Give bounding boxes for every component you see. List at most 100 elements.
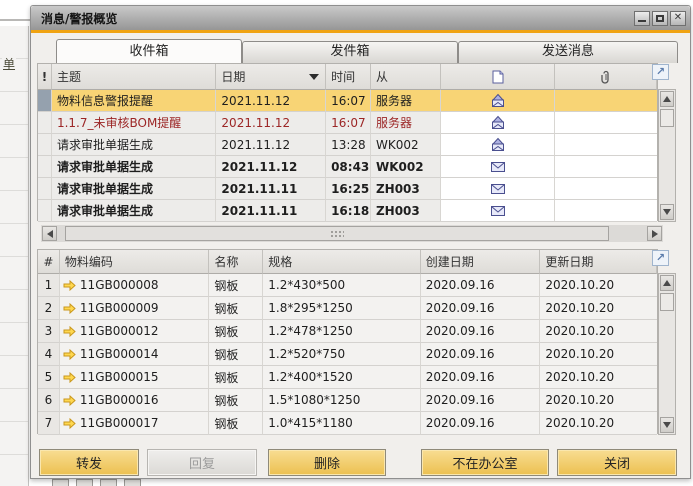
row-number: 1 (38, 274, 60, 297)
minimize-button[interactable] (634, 11, 650, 26)
tab-inbox[interactable]: 收件箱 (56, 39, 242, 63)
inbox-expand-icon[interactable]: ↗ (652, 64, 669, 80)
inbox-vertical-scrollbar[interactable] (658, 89, 676, 222)
link-arrow-icon[interactable] (63, 418, 76, 429)
inbox-header-row: ! 主题 日期 时间 从 (38, 64, 657, 90)
message-date: 2021.11.12 (216, 156, 326, 178)
materials-vertical-scrollbar[interactable] (658, 273, 676, 435)
material-code: 11GB000015 (80, 370, 159, 384)
row-selector[interactable] (38, 200, 52, 222)
message-from: WK002 (371, 134, 441, 156)
material-updated-date: 2020.10.20 (540, 412, 657, 435)
open-mail-icon (490, 137, 506, 152)
scroll-up-button[interactable] (660, 275, 674, 291)
scroll-left-button[interactable] (42, 226, 57, 241)
material-name: 钢板 (209, 412, 263, 435)
message-date: 2021.11.11 (216, 178, 326, 200)
maximize-button[interactable] (652, 11, 668, 26)
message-status-cell[interactable] (441, 156, 556, 178)
updated-date-column-header[interactable]: 更新日期 (540, 250, 657, 274)
message-attachment-cell (555, 156, 657, 178)
inbox-table: ! 主题 日期 时间 从 物料信息警报提醒 2021.11.12 16:07 服… (37, 63, 658, 221)
message-status-cell[interactable] (441, 112, 556, 134)
material-row[interactable]: 4 11GB000014 钢板 1.2*520*750 2020.09.16 2… (38, 343, 657, 366)
materials-expand-icon[interactable]: ↗ (652, 250, 669, 266)
row-number: 2 (38, 297, 60, 320)
scrollbar-thumb[interactable] (660, 293, 674, 311)
spec-column-header[interactable]: 规格 (263, 250, 420, 274)
message-status-cell[interactable] (441, 200, 556, 222)
material-name: 钢板 (209, 320, 263, 343)
row-selector[interactable] (38, 112, 52, 134)
material-updated-date: 2020.10.20 (540, 297, 657, 320)
attachment-column-header[interactable] (555, 64, 657, 90)
created-date-column-header[interactable]: 创建日期 (421, 250, 541, 274)
tab-send-message[interactable]: 发送消息 (458, 41, 678, 63)
link-arrow-icon[interactable] (63, 303, 76, 314)
row-selector[interactable] (38, 156, 52, 178)
material-spec: 1.2*430*500 (263, 274, 420, 297)
message-from: ZH003 (371, 200, 441, 222)
message-time: 13:28 (326, 134, 371, 156)
row-number: 4 (38, 343, 60, 366)
row-selector[interactable] (38, 134, 52, 156)
close-icon: ✕ (674, 13, 682, 23)
link-arrow-icon[interactable] (63, 349, 76, 360)
close-window-button[interactable]: ✕ (670, 11, 686, 26)
link-arrow-icon[interactable] (63, 372, 76, 383)
inbox-horizontal-scrollbar[interactable] (41, 225, 663, 242)
row-selector[interactable] (38, 90, 52, 112)
message-attachment-cell (555, 200, 657, 222)
scrollbar-thumb[interactable] (65, 226, 609, 241)
material-created-date: 2020.09.16 (421, 366, 541, 389)
inbox-row[interactable]: 1.1.7_未审核BOM提醒 2021.11.12 16:07 服务器 (38, 112, 657, 134)
arrow-left-icon (47, 230, 53, 238)
tab-outbox[interactable]: 发件箱 (242, 41, 458, 63)
inbox-row[interactable]: 请求审批单据生成 2021.11.12 13:28 WK002 (38, 134, 657, 156)
name-column-header[interactable]: 名称 (209, 250, 263, 274)
priority-column-header[interactable]: ! (38, 64, 52, 90)
material-row[interactable]: 1 11GB000008 钢板 1.2*430*500 2020.09.16 2… (38, 274, 657, 297)
date-column-header[interactable]: 日期 (216, 64, 326, 90)
message-date: 2021.11.12 (216, 90, 326, 112)
material-name: 钢板 (209, 274, 263, 297)
from-column-header[interactable]: 从 (371, 64, 441, 90)
link-arrow-icon[interactable] (63, 280, 76, 291)
row-number-column-header[interactable]: # (38, 250, 60, 274)
link-arrow-icon[interactable] (63, 326, 76, 337)
scroll-down-button[interactable] (660, 417, 674, 433)
background-window-bottom-tabs (52, 479, 141, 486)
subject-column-header[interactable]: 主题 (52, 64, 216, 90)
material-row[interactable]: 5 11GB000015 钢板 1.2*400*1520 2020.09.16 … (38, 366, 657, 389)
out-of-office-button[interactable]: 不在办公室 (421, 449, 549, 476)
document-icon (492, 70, 504, 84)
row-number: 6 (38, 389, 60, 412)
material-row[interactable]: 2 11GB000009 钢板 1.8*295*1250 2020.09.16 … (38, 297, 657, 320)
materials-table: # 物料编码 名称 规格 创建日期 更新日期 1 11GB000008 钢板 1… (37, 249, 658, 434)
link-arrow-icon[interactable] (63, 395, 76, 406)
time-column-header[interactable]: 时间 (326, 64, 371, 90)
message-status-cell[interactable] (441, 178, 556, 200)
inbox-row[interactable]: 请求审批单据生成 2021.11.12 08:43 WK002 (38, 156, 657, 178)
arrow-down-icon (663, 422, 671, 428)
scroll-right-button[interactable] (647, 226, 662, 241)
material-code-column-header[interactable]: 物料编码 (60, 250, 210, 274)
delete-button[interactable]: 删除 (268, 449, 386, 476)
scroll-up-button[interactable] (660, 91, 674, 107)
inbox-row[interactable]: 物料信息警报提醒 2021.11.12 16:07 服务器 (38, 90, 657, 112)
material-row[interactable]: 7 11GB000017 钢板 1.0*415*1180 2020.09.16 … (38, 412, 657, 435)
message-status-cell[interactable] (441, 134, 556, 156)
scrollbar-thumb[interactable] (660, 109, 674, 127)
inbox-row[interactable]: 请求审批单据生成 2021.11.11 16:25 ZH003 (38, 178, 657, 200)
document-column-header[interactable] (441, 64, 556, 90)
material-row[interactable]: 6 11GB000016 钢板 1.5*1080*1250 2020.09.16… (38, 389, 657, 412)
inbox-row[interactable]: 请求审批单据生成 2021.11.11 16:18 ZH003 (38, 200, 657, 222)
row-selector[interactable] (38, 178, 52, 200)
forward-button[interactable]: 转发 (39, 449, 139, 476)
material-row[interactable]: 3 11GB000012 钢板 1.2*478*1250 2020.09.16 … (38, 320, 657, 343)
message-status-cell[interactable] (441, 90, 556, 112)
scroll-down-button[interactable] (660, 204, 674, 220)
material-updated-date: 2020.10.20 (540, 389, 657, 412)
material-name: 钢板 (209, 389, 263, 412)
close-button[interactable]: 关闭 (557, 449, 677, 476)
